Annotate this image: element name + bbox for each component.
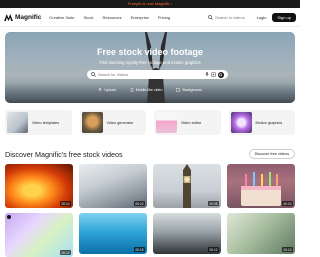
video-duration: 00:15: [134, 247, 145, 252]
category-label: Video templates: [32, 120, 60, 125]
search-icon: [208, 14, 213, 20]
category-video-editor[interactable]: Video editor: [154, 110, 221, 135]
phone-icon: [130, 88, 133, 92]
section-title: Discover Magnific's free stock videos: [5, 149, 123, 159]
video-duration: 00:10: [60, 201, 71, 206]
video-tile-office-meeting[interactable]: 00:12: [153, 213, 221, 254]
logo-text: Magnific: [15, 13, 42, 21]
video-duration: 00:12: [60, 250, 71, 255]
section-header: Discover Magnific's free stock videos Di…: [5, 149, 295, 159]
video-tile-money[interactable]: 00:10: [227, 213, 295, 254]
category-motion-graphics[interactable]: Motion graphics: [228, 110, 295, 135]
premium-badge-icon: [7, 215, 11, 219]
video-tile-underwater[interactable]: 00:15: [79, 213, 147, 254]
video-tile-fire[interactable]: 00:10: [5, 164, 73, 208]
hero: Free stock video footage Find stunning r…: [5, 32, 295, 103]
video-duration: 00:12: [134, 201, 145, 206]
top-nav: Magnific Creative Suite Stock Resources …: [0, 8, 300, 27]
search-icon: [91, 72, 96, 77]
category-thumb: [156, 112, 177, 133]
video-duration: 00:10: [282, 247, 293, 252]
microphone-icon[interactable]: [205, 72, 209, 77]
upload-icon: [98, 88, 102, 92]
chip-mobile[interactable]: Mobile-like video: [130, 88, 163, 92]
chip-upload[interactable]: Upload: [98, 88, 116, 92]
nav-search-label: Search in videos: [215, 14, 245, 20]
nav-link-creative-suite[interactable]: Creative Suite: [49, 15, 74, 20]
hero-search-input[interactable]: Search for Videos: [87, 70, 228, 79]
image-search-icon[interactable]: [211, 72, 216, 77]
signup-button[interactable]: Sign up: [272, 12, 296, 22]
video-duration: 00:12: [208, 247, 219, 252]
nav-search[interactable]: Search in videos: [208, 15, 245, 20]
login-button[interactable]: Login: [257, 15, 267, 20]
category-video-generator[interactable]: Video generator: [79, 110, 146, 135]
category-label: Motion graphics: [255, 120, 283, 125]
category-thumb: [230, 112, 252, 133]
video-duration: 00:08: [208, 201, 219, 206]
video-tile-abstract-gradient[interactable]: 00:12: [5, 213, 73, 257]
video-grid: 00:10 00:12 00:08 00:10 00:12 00:15 00:1…: [5, 164, 295, 257]
magnific-logo-icon: [4, 13, 13, 21]
video-tile-big-ben[interactable]: 00:08: [153, 164, 221, 208]
video-duration: 00:10: [282, 201, 293, 206]
hero-search-placeholder: Search for Videos: [98, 72, 129, 77]
category-label: Video editor: [181, 120, 202, 125]
hero-person-figure: [139, 32, 173, 103]
chip-background-label: Background: [182, 88, 202, 92]
category-thumb: [7, 112, 28, 133]
promo-banner[interactable]: Freepik is now Magnific ›: [0, 0, 300, 8]
discover-free-videos-button[interactable]: Discover free videos: [248, 149, 295, 159]
category-thumb: [81, 112, 103, 133]
search-submit-icon[interactable]: [218, 71, 224, 78]
nav-links: Creative Suite Stock Resources Enterpris…: [49, 15, 208, 20]
nav-link-resources[interactable]: Resources: [103, 15, 122, 20]
video-tile-waves[interactable]: 00:12: [79, 164, 147, 208]
video-tile-cake[interactable]: 00:10: [227, 164, 295, 208]
category-video-templates[interactable]: Video templates: [5, 110, 72, 135]
nav-link-pricing[interactable]: Pricing: [158, 15, 170, 20]
background-icon: [176, 88, 181, 92]
nav-link-stock[interactable]: Stock: [84, 15, 94, 20]
category-label: Video generator: [106, 120, 134, 125]
logo[interactable]: Magnific: [4, 13, 42, 21]
hero-chips: Upload Mobile-like video Background: [5, 88, 295, 92]
chip-upload-label: Upload: [104, 88, 116, 92]
hero-title: Free stock video footage: [96, 47, 204, 57]
chip-mobile-label: Mobile-like video: [135, 88, 163, 92]
category-row: Video templates Video generator Video ed…: [5, 110, 295, 135]
promo-text[interactable]: Freepik is now Magnific ›: [128, 1, 172, 6]
hero-subtitle: Find stunning royalty-free footage and m…: [99, 60, 201, 65]
nav-link-enterprise[interactable]: Enterprise: [131, 15, 149, 20]
chip-background[interactable]: Background: [176, 88, 202, 92]
